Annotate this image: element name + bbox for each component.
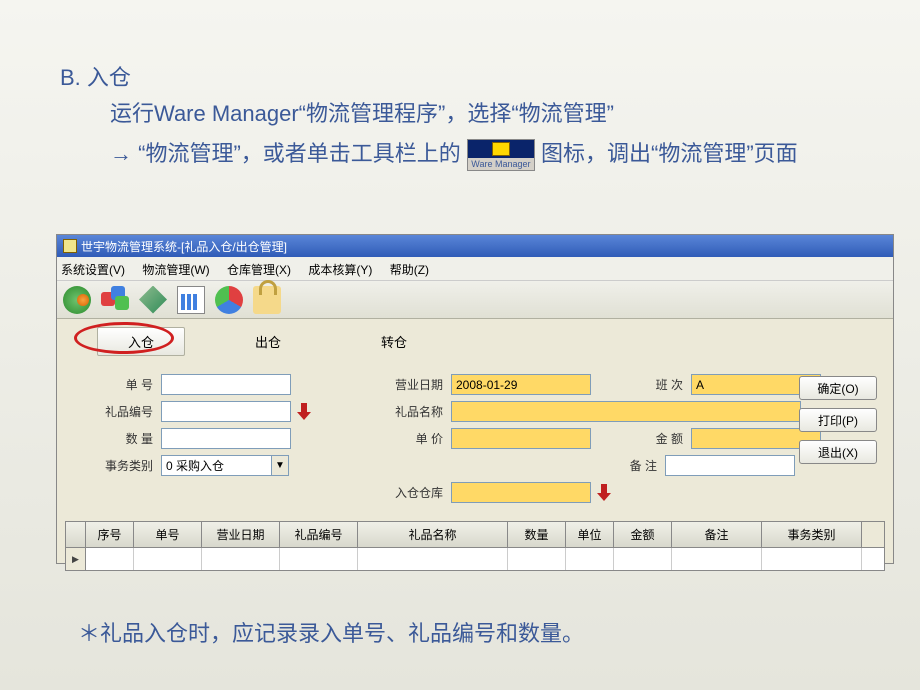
price-input[interactable] (451, 428, 591, 449)
biz-date-label: 营业日期 (371, 376, 443, 393)
slide-line-1: 运行Ware Manager“物流管理程序”，选择“物流管理” (0, 92, 920, 132)
toolbar-icon-4[interactable] (177, 286, 205, 314)
th-name[interactable]: 礼品名称 (358, 522, 508, 547)
app-window: 世宇物流管理系统-[礼品入仓/出仓管理] 系统设置(V) 物流管理(W) 仓库管… (56, 234, 894, 564)
form-section: 单 号 营业日期 班 次 礼品编号 礼品名称 数 量 (57, 364, 893, 513)
slide-heading: B. 入仓 (0, 0, 920, 92)
th-qty[interactable]: 数量 (508, 522, 566, 547)
tab-transfer[interactable]: 转仓 (351, 328, 437, 355)
row-indicator-icon (66, 548, 86, 570)
menu-help[interactable]: 帮助(Z) (390, 263, 429, 277)
menu-logistics[interactable]: 物流管理(W) (142, 263, 209, 277)
th-seq[interactable]: 序号 (86, 522, 134, 547)
order-no-input[interactable] (161, 374, 291, 395)
menu-cost[interactable]: 成本核算(Y) (308, 263, 372, 277)
qty-input[interactable] (161, 428, 291, 449)
footer-note: ＊礼品入仓时，应记录录入单号、礼品编号和数量。 (78, 616, 584, 648)
th-code[interactable]: 礼品编号 (280, 522, 358, 547)
warehouse-input[interactable] (451, 482, 591, 503)
toolbar-icon-2[interactable] (101, 286, 129, 314)
ok-button[interactable]: 确定(O) (799, 376, 877, 400)
toolbar-icon-1[interactable] (63, 286, 91, 314)
table-header: 序号 单号 营业日期 礼品编号 礼品名称 数量 单位 金额 备注 事务类别 (66, 522, 884, 548)
tab-out[interactable]: 出仓 (225, 328, 311, 355)
th-remark[interactable]: 备注 (672, 522, 762, 547)
button-panel: 确定(O) 打印(P) 退出(X) (799, 376, 877, 464)
ware-manager-icon-label: Ware Manager (468, 158, 534, 169)
trans-type-input[interactable] (161, 455, 271, 476)
menu-warehouse[interactable]: 仓库管理(X) (227, 263, 291, 277)
gift-name-input[interactable] (451, 401, 801, 422)
slide-line-2-prefix: → “物流管理”，或者单击工具栏上的 (110, 141, 461, 166)
trans-type-label: 事务类别 (81, 457, 153, 474)
print-button[interactable]: 打印(P) (799, 408, 877, 432)
data-table: 序号 单号 营业日期 礼品编号 礼品名称 数量 单位 金额 备注 事务类别 (65, 521, 885, 571)
slide-line-2: → “物流管理”，或者单击工具栏上的 Ware Manager 图标，调出“物流… (0, 132, 920, 175)
price-label: 单 价 (371, 430, 443, 447)
titlebar: 世宇物流管理系统-[礼品入仓/出仓管理] (57, 235, 893, 257)
th-row-selector (66, 522, 86, 547)
window-title: 世宇物流管理系统-[礼品入仓/出仓管理] (81, 238, 287, 255)
gift-code-label: 礼品编号 (81, 403, 153, 420)
th-date[interactable]: 营业日期 (202, 522, 280, 547)
shift-label: 班 次 (611, 376, 683, 393)
menu-system[interactable]: 系统设置(V) (61, 263, 125, 277)
th-type[interactable]: 事务类别 (762, 522, 862, 547)
remark-label: 备 注 (585, 457, 657, 474)
toolbar-icon-6[interactable] (253, 286, 281, 314)
red-arrow-icon[interactable] (297, 403, 311, 421)
chevron-down-icon[interactable]: ▼ (271, 455, 289, 476)
table-row[interactable] (66, 548, 884, 570)
slide-line-2-suffix: 图标，调出“物流管理”页面 (541, 141, 798, 166)
tab-in[interactable]: 入仓 (97, 327, 185, 356)
toolbar-icon-3[interactable] (139, 286, 167, 314)
menubar: 系统设置(V) 物流管理(W) 仓库管理(X) 成本核算(Y) 帮助(Z) (57, 257, 893, 281)
th-amt[interactable]: 金额 (614, 522, 672, 547)
toolbar (57, 281, 893, 319)
th-order[interactable]: 单号 (134, 522, 202, 547)
gift-code-input[interactable] (161, 401, 291, 422)
tab-row: 入仓 出仓 转仓 (57, 319, 893, 364)
order-no-label: 单 号 (81, 376, 153, 393)
exit-button[interactable]: 退出(X) (799, 440, 877, 464)
amount-label: 金 额 (611, 430, 683, 447)
th-unit[interactable]: 单位 (566, 522, 614, 547)
toolbar-icon-5[interactable] (215, 286, 243, 314)
warehouse-label: 入仓仓库 (371, 484, 443, 501)
qty-label: 数 量 (81, 430, 153, 447)
ware-manager-icon: Ware Manager (467, 139, 535, 171)
trans-type-combo[interactable]: ▼ (161, 455, 289, 476)
biz-date-input[interactable] (451, 374, 591, 395)
app-icon (63, 239, 77, 253)
remark-input[interactable] (665, 455, 795, 476)
gift-name-label: 礼品名称 (371, 403, 443, 420)
red-arrow-icon-2[interactable] (597, 484, 611, 502)
